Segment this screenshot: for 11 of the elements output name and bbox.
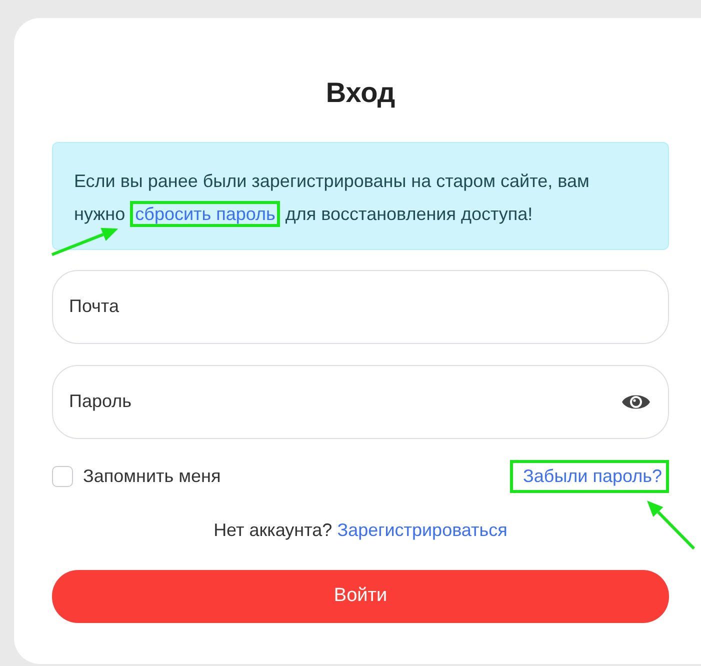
login-title: Вход	[324, 76, 396, 110]
remember-label: Запомнить меня	[83, 464, 221, 488]
password-field[interactable]: Пароль	[52, 364, 669, 439]
login-button[interactable]: Войти	[52, 570, 669, 623]
register-link[interactable]: Зарегистрироваться	[337, 520, 508, 540]
remember-checkbox[interactable]	[52, 466, 73, 487]
reset-password-link[interactable]: сбросить пароль	[130, 200, 280, 227]
email-field[interactable]: Почта	[52, 270, 669, 344]
no-account-text: Нет аккаунта?	[214, 520, 332, 540]
forgot-password-link[interactable]: Забыли пароль?	[510, 460, 669, 493]
notice-text: Если вы ранее были зарегистрированы на старом сайте, вам нужно сбросить пароль для восстановления доступа!	[74, 164, 612, 231]
